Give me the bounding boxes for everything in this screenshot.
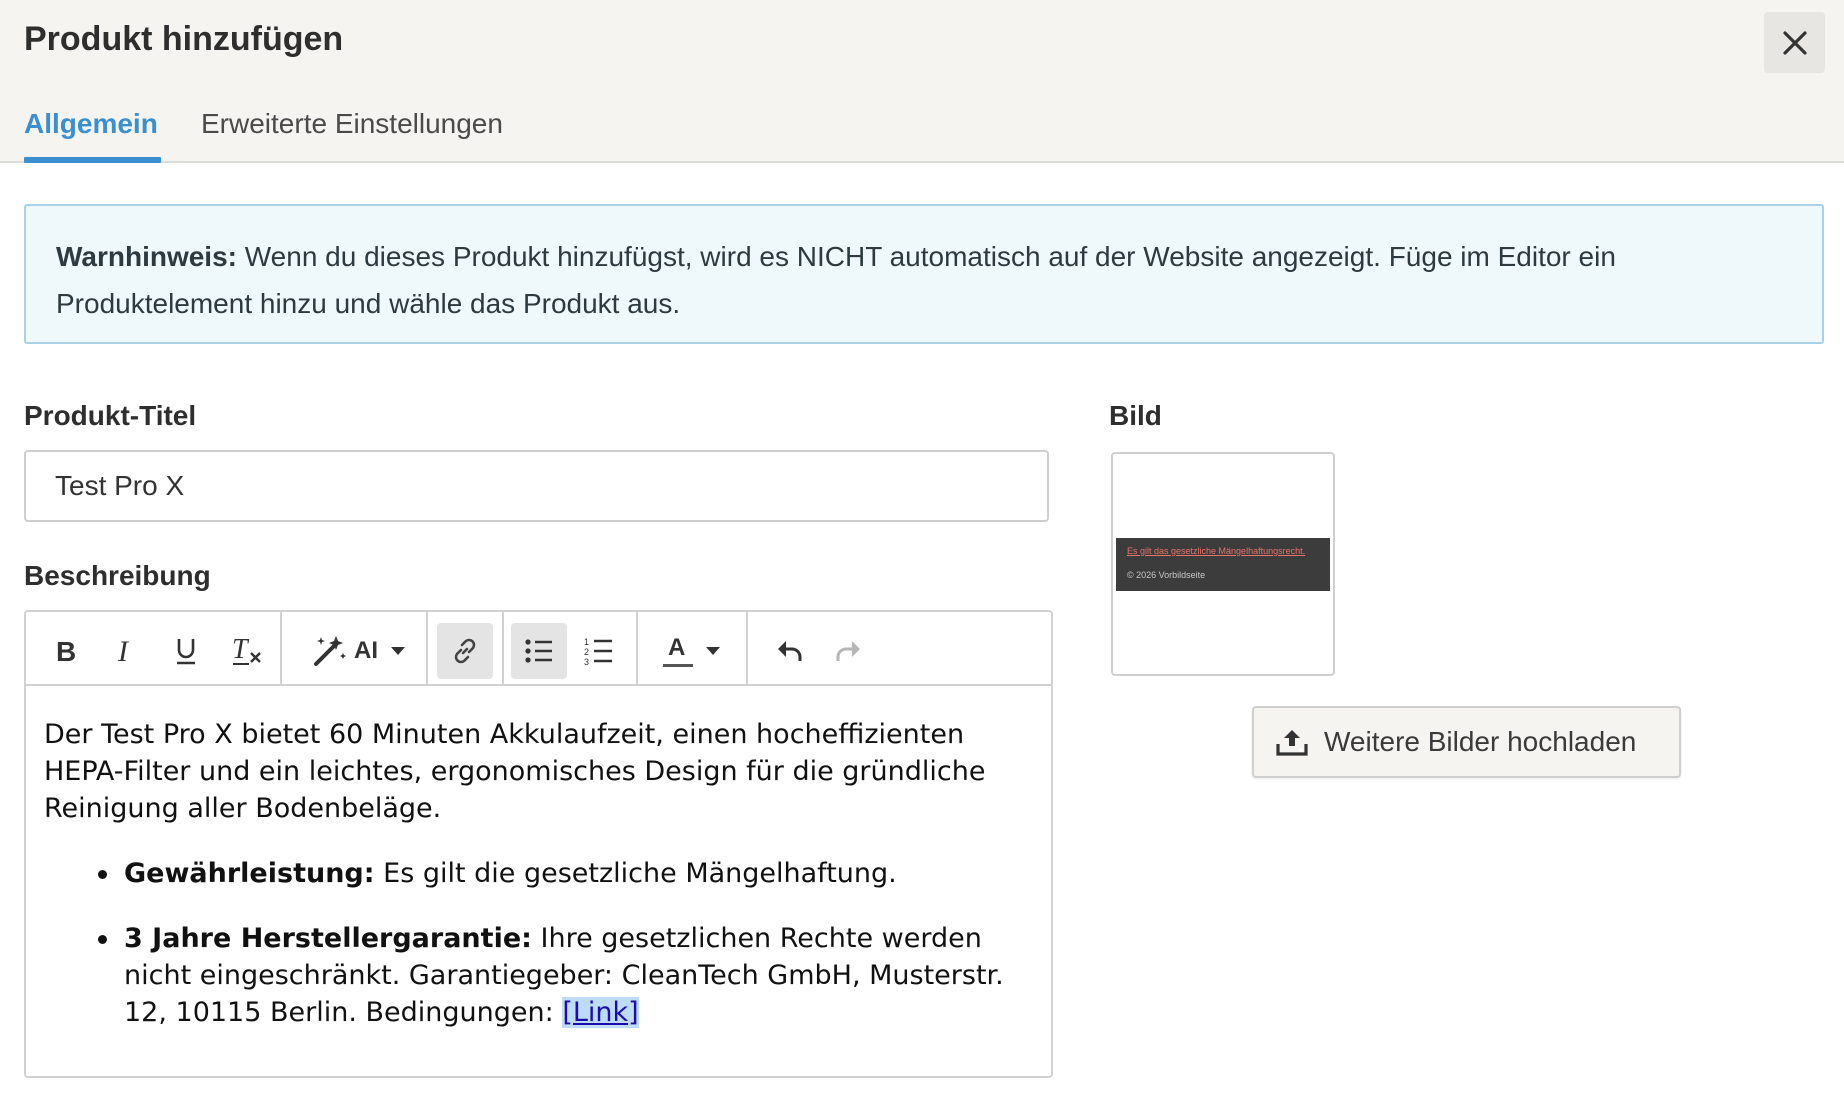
bulleted-list-icon [525, 639, 552, 663]
conditions-link[interactable]: [Link] [562, 997, 639, 1028]
italic-icon: I [117, 637, 130, 665]
redo-icon [836, 641, 860, 661]
description-bullet-list: Gewährleistung: Es gilt die gesetzliche … [44, 855, 1044, 1031]
toolbar-divider [746, 612, 748, 686]
toolbar-divider [636, 612, 638, 686]
clear-formatting-button[interactable]: T [224, 623, 272, 679]
upload-more-images-button[interactable]: Weitere Bilder hochladen [1252, 706, 1681, 778]
bullet-bold-text: 3 Jahre Herstellergarantie: [124, 923, 532, 954]
text-color-label: A [668, 634, 686, 661]
svg-text:2: 2 [584, 647, 589, 657]
active-tab-indicator [24, 157, 161, 163]
bold-icon: B [56, 637, 76, 665]
warning-label: Warnhinweis: [56, 241, 237, 272]
warning-notice: Warnhinweis: Wenn du dieses Produkt hinz… [24, 204, 1824, 344]
thumbnail-link-text: Es gilt das gesetzliche Mängelhaftungsre… [1127, 546, 1306, 556]
chevron-down-icon [391, 647, 405, 655]
svg-text:T: T [232, 636, 250, 665]
link-button[interactable] [437, 623, 493, 679]
close-icon [1782, 30, 1807, 55]
italic-button[interactable]: I [104, 623, 148, 679]
product-title-label: Produkt-Titel [24, 400, 197, 431]
description-paragraph: Der Test Pro X bietet 60 Minuten Akkulau… [44, 719, 986, 824]
text-color-icon: A [663, 634, 693, 668]
tab-erweiterte-einstellungen[interactable]: Erweiterte Einstellungen [201, 108, 503, 140]
editor-content[interactable]: Der Test Pro X bietet 60 Minuten Akkulau… [44, 716, 1044, 1059]
link-icon [454, 638, 476, 664]
description-label: Beschreibung [24, 560, 211, 591]
tab-allgemein[interactable]: Allgemein [24, 108, 158, 140]
redo-button[interactable] [826, 623, 870, 679]
editor-toolbar: B I T AI 1 2 3 A [26, 612, 1051, 686]
undo-button[interactable] [768, 623, 812, 679]
dialog-header: Produkt hinzufügen Allgemein Erweiterte … [0, 0, 1844, 163]
upload-button-label: Weitere Bilder hochladen [1324, 726, 1637, 757]
description-editor[interactable]: B I T AI 1 2 3 A Der Test Pro X bietet 6… [24, 610, 1053, 1078]
svg-text:I: I [117, 637, 130, 665]
bullet-bold-text: Gewährleistung: [124, 858, 375, 889]
warning-text: Wenn du dieses Produkt hinzufügst, wird … [56, 241, 1616, 319]
ai-label: AI [354, 637, 378, 664]
svg-text:1: 1 [584, 637, 589, 647]
svg-text:3: 3 [584, 657, 589, 666]
list-item: 3 Jahre Herstellergarantie: Ihre gesetzl… [98, 920, 1044, 1031]
product-image-thumbnail[interactable]: Es gilt das gesetzliche Mängelhaftungsre… [1111, 452, 1335, 676]
close-button[interactable] [1764, 12, 1825, 73]
bold-button[interactable]: B [44, 623, 88, 679]
bulleted-list-button[interactable] [511, 623, 567, 679]
thumbnail-footer-preview: Es gilt das gesetzliche Mängelhaftungsre… [1116, 538, 1330, 591]
dialog-title: Produkt hinzufügen [24, 20, 344, 58]
clear-formatting-icon: T [232, 636, 261, 665]
underline-button[interactable] [164, 623, 208, 679]
product-title-input[interactable] [24, 450, 1049, 522]
numbered-list-icon: 1 2 3 [584, 637, 612, 666]
magic-wand-icon [314, 636, 346, 666]
numbered-list-button[interactable]: 1 2 3 [573, 623, 625, 679]
toolbar-divider [280, 612, 282, 686]
svg-text:B: B [56, 637, 76, 665]
underline-icon [177, 639, 195, 665]
text-color-button[interactable]: A [650, 623, 734, 679]
toolbar-divider [426, 612, 428, 686]
list-item: Gewährleistung: Es gilt die gesetzliche … [98, 855, 1044, 892]
bullet-text: Es gilt die gesetzliche Mängelhaftung. [374, 858, 897, 889]
toolbar-divider [502, 612, 504, 686]
ai-assist-button[interactable]: AI [298, 623, 420, 679]
upload-icon [1276, 728, 1308, 756]
chevron-down-icon [706, 647, 720, 655]
thumbnail-copyright: © 2026 Vorbildseite [1127, 570, 1206, 580]
image-label: Bild [1109, 400, 1162, 431]
undo-icon [778, 641, 802, 661]
